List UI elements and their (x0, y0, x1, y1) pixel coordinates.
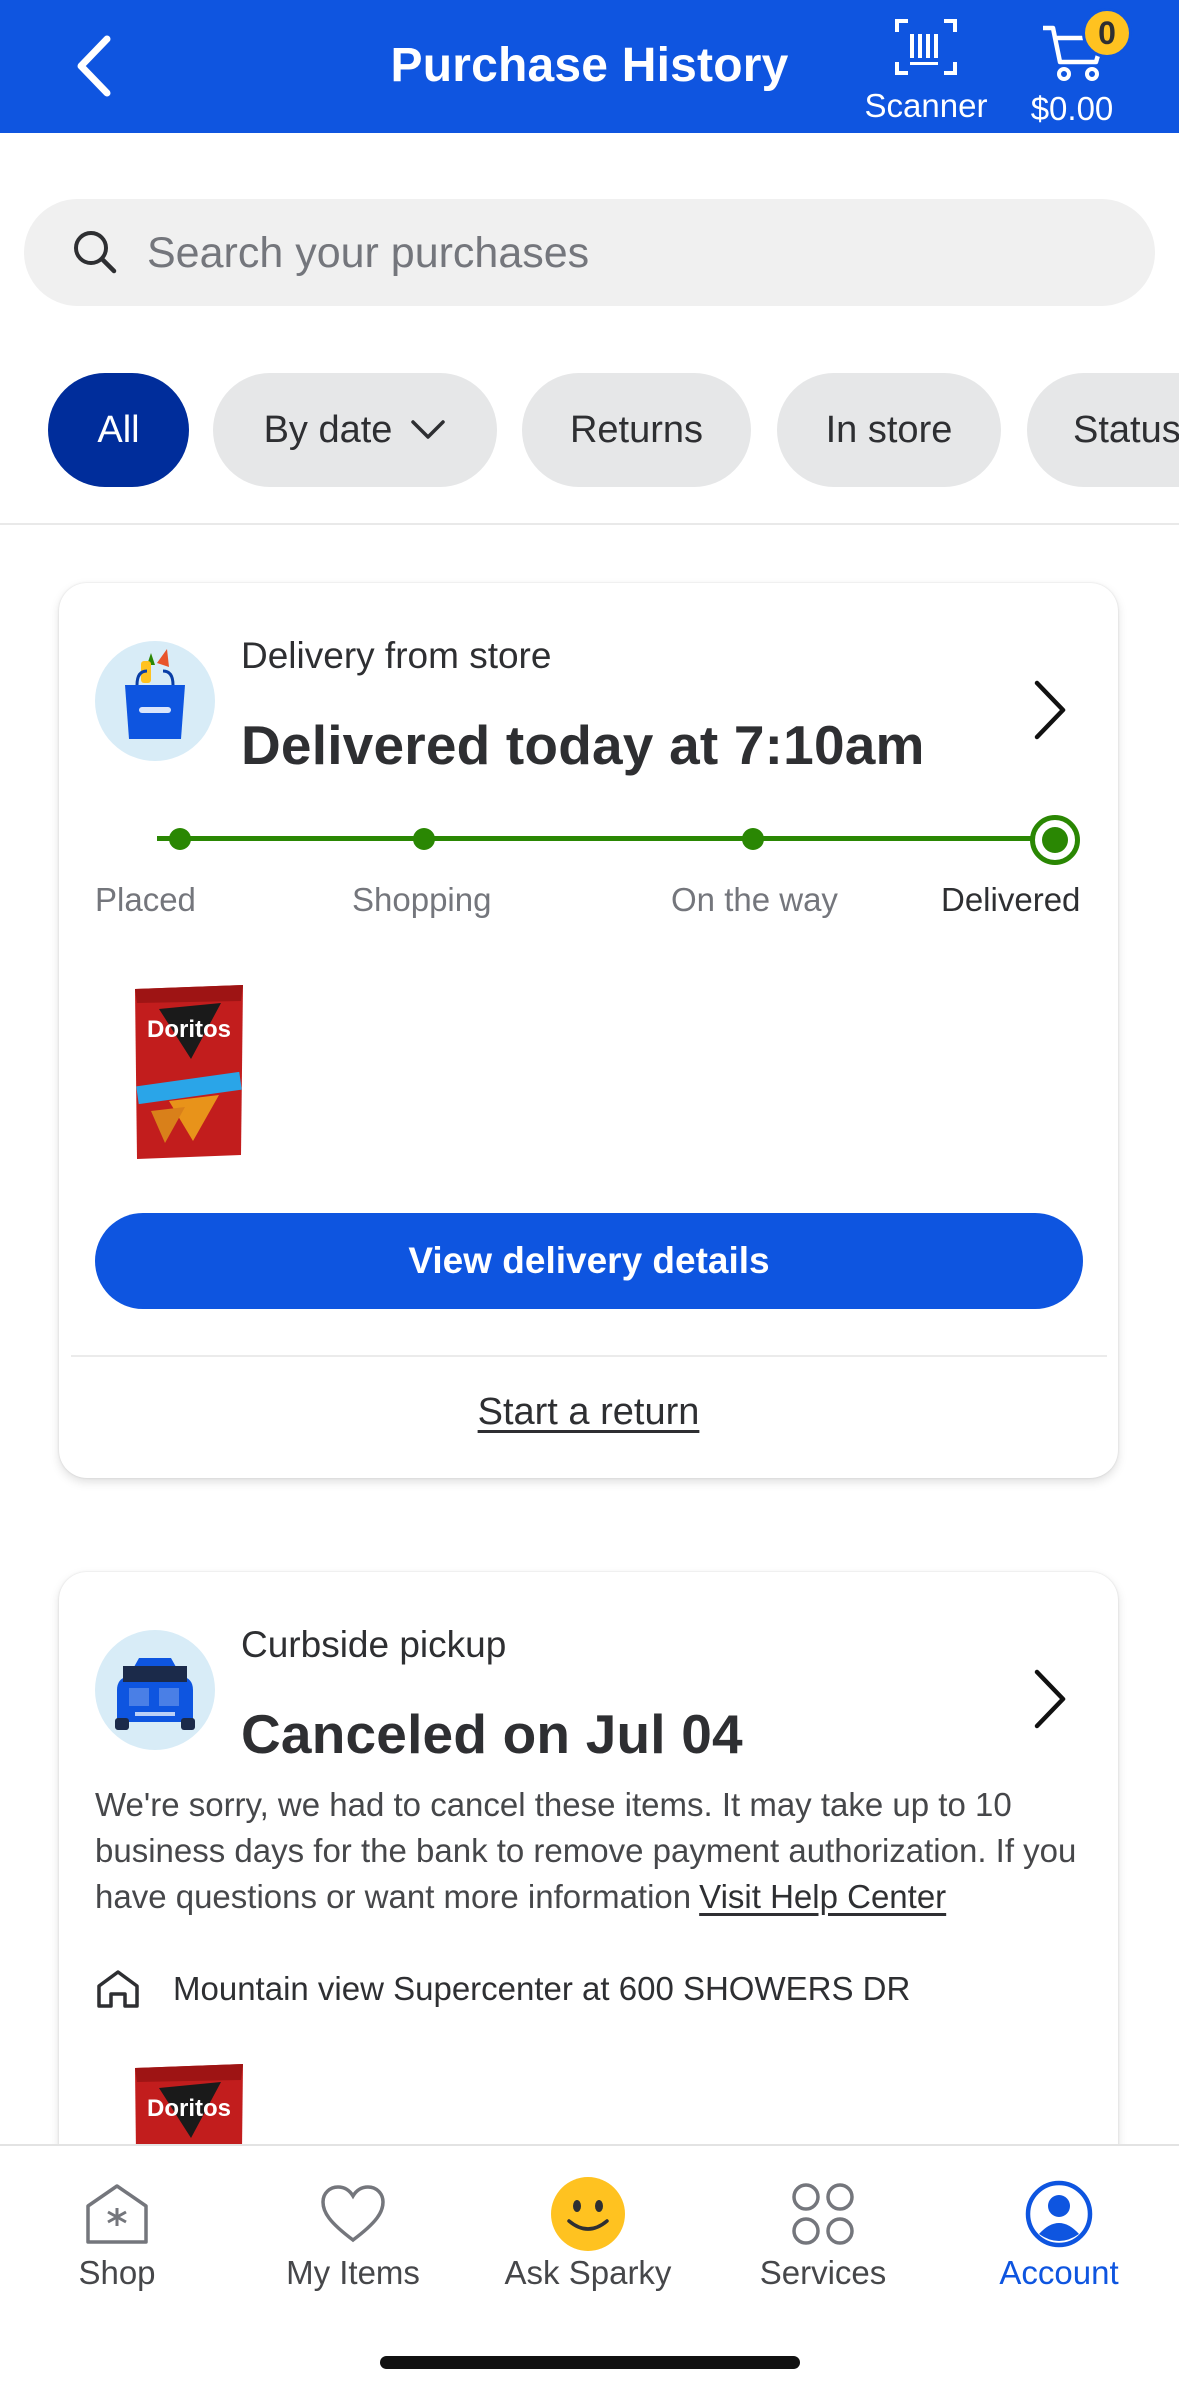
filter-chips: All By date Returns In store Status (48, 373, 1179, 487)
step-placed: Placed (95, 881, 196, 918)
progress-dot-placed (169, 828, 191, 850)
view-delivery-details-button[interactable]: View delivery details (95, 1213, 1083, 1309)
nav-label: Shop (78, 2254, 156, 2291)
order-status: Canceled on Jul 04 (241, 1703, 743, 1765)
step-delivered: Delivered (941, 881, 1081, 918)
nav-label: Account (999, 2254, 1119, 2291)
filter-chip-label: In store (825, 408, 953, 451)
order-status: Delivered today at 7:10am (241, 714, 925, 776)
search-bar (24, 199, 1155, 306)
filter-chip-status[interactable]: Status (1027, 373, 1179, 487)
scanner-label: Scanner (864, 87, 988, 124)
account-icon (1019, 2174, 1099, 2254)
shop-icon (77, 2174, 157, 2254)
scanner-button[interactable]: Scanner (858, 14, 994, 124)
product-thumbnail[interactable]: Doritos (129, 983, 249, 1161)
divider (0, 523, 1179, 525)
nav-services[interactable]: Services (723, 2174, 923, 2304)
step-shopping: Shopping (352, 881, 492, 918)
top-app-bar: Purchase History Scanner 0 $0.00 (0, 0, 1179, 133)
filter-chip-label: Returns (569, 408, 704, 451)
curbside-car-icon (95, 1630, 215, 1750)
nav-shop[interactable]: Shop (17, 2174, 217, 2304)
search-input[interactable] (147, 219, 1107, 287)
store-icon (97, 1970, 139, 2008)
store-location: Mountain view Supercenter at 600 SHOWERS… (95, 1962, 1085, 2016)
order-card[interactable]: Delivery from store Delivered today at 7… (59, 583, 1118, 1478)
card-divider (71, 1355, 1107, 1357)
search-icon (74, 231, 117, 274)
filter-chip-label: By date (263, 408, 393, 451)
start-return-link[interactable]: Start a return (59, 1391, 1118, 1434)
services-icon (783, 2174, 863, 2254)
page-title: Purchase History (390, 39, 789, 92)
home-indicator[interactable] (380, 2356, 800, 2369)
store-address: Mountain view Supercenter at 600 SHOWERS… (173, 1970, 911, 2007)
filter-chip-label: Status (1073, 408, 1179, 451)
filter-chip-in-store[interactable]: In store (777, 373, 1001, 487)
filter-chip-label: All (97, 408, 140, 451)
progress-line (157, 836, 1031, 841)
progress-dot-shopping (413, 828, 435, 850)
nav-label: My Items (286, 2254, 420, 2291)
cart-count-badge: 0 (1082, 8, 1132, 58)
nav-ask-sparky[interactable]: Ask Sparky (488, 2174, 688, 2304)
svg-text:Doritos: Doritos (147, 2095, 231, 2122)
filter-chip-by-date[interactable]: By date (213, 373, 497, 487)
filter-chip-returns[interactable]: Returns (522, 373, 751, 487)
progress-dot-on-the-way (742, 828, 764, 850)
nav-my-items[interactable]: My Items (253, 2174, 453, 2304)
svg-text:Doritos: Doritos (147, 1016, 231, 1043)
delivery-bag-icon (95, 641, 215, 761)
visit-help-center-link[interactable]: Visit Help Center (699, 1878, 946, 1915)
chips-bag-image: Doritos (135, 985, 243, 1159)
nav-label: Ask Sparky (504, 2254, 672, 2291)
filter-chip-all[interactable]: All (48, 373, 189, 487)
cancellation-message: We're sorry, we had to cancel these item… (95, 1782, 1085, 1920)
chevron-right-icon[interactable] (1025, 675, 1075, 745)
cart-total: $0.00 (1030, 90, 1114, 127)
sparky-icon (548, 2174, 628, 2254)
cart-button[interactable]: 0 $0.00 (1018, 6, 1132, 127)
chevron-right-icon[interactable] (1025, 1664, 1075, 1734)
order-progress-tracker: Placed Shopping On the way Delivered (95, 815, 1085, 935)
step-on-the-way: On the way (671, 881, 838, 918)
heart-icon (313, 2174, 393, 2254)
progress-dot-delivered (1030, 815, 1080, 865)
chevron-down-icon (411, 420, 446, 439)
order-type: Curbside pickup (241, 1624, 507, 1665)
nav-account[interactable]: Account (959, 2174, 1159, 2304)
nav-label: Services (759, 2254, 887, 2291)
order-type: Delivery from store (241, 635, 552, 676)
barcode-scanner-icon (895, 19, 957, 75)
